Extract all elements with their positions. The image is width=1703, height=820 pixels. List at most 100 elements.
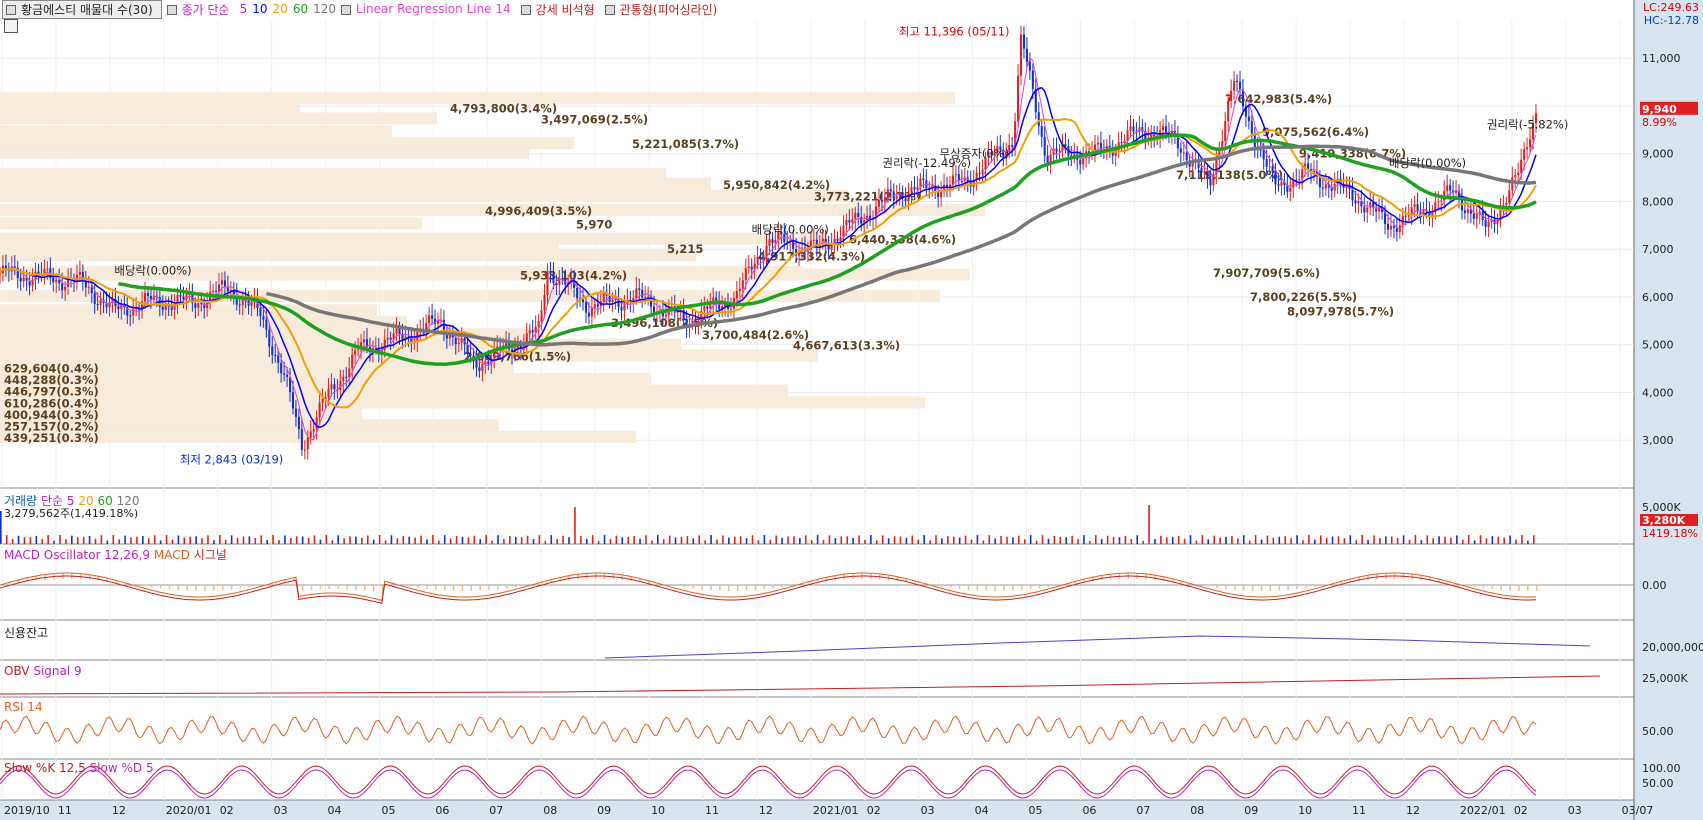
candle-body [1366, 207, 1369, 213]
candle-body [581, 299, 585, 303]
volume-bar [704, 540, 706, 544]
stock-chart[interactable]: 3,0004,0005,0006,0007,0008,0009,00010,00… [0, 0, 1703, 820]
candle-body [1011, 145, 1014, 147]
candle-body [448, 335, 451, 339]
legend-price[interactable]: 종가 단순 [166, 1, 235, 18]
macd-histogram [177, 585, 180, 591]
volume-bar [343, 538, 345, 544]
slow-legend: Slow %K 12,5 Slow %D 5 [4, 761, 154, 775]
macd-histogram [1260, 585, 1263, 591]
volume-bar [1325, 537, 1328, 544]
volume-bar [426, 539, 428, 544]
time-tick-label: 07 [489, 804, 503, 817]
volume-bar [35, 535, 38, 544]
macd-legend: MACD Oscillator 12,26,9 MACD 시그널 [4, 546, 227, 563]
volume-bar [550, 535, 553, 544]
macd-tick: 0.00 [1642, 579, 1667, 592]
volume-bar [295, 536, 298, 544]
candle-body [466, 344, 469, 354]
time-tick-label: 12 [1406, 804, 1420, 817]
candle-body [1164, 126, 1168, 133]
candle-body [744, 268, 747, 281]
macd-histogram [1047, 585, 1050, 588]
candle-body [271, 346, 274, 355]
candle-body [55, 279, 58, 283]
candle-body [117, 305, 120, 310]
macd-histogram [461, 585, 464, 591]
legend-lrl[interactable]: Linear Regression Line 14 [341, 2, 516, 16]
macd-histogram [142, 585, 144, 587]
candle-body [857, 212, 860, 217]
time-tick-label: 03/07 [1622, 804, 1654, 817]
candle-body [602, 293, 605, 302]
legend-strong[interactable]: 강세 비석형 [520, 1, 600, 18]
candle-body [860, 216, 863, 224]
candle-body [179, 294, 182, 297]
volume-bar [165, 535, 168, 544]
volume-bar [491, 540, 493, 544]
candle-body [1227, 101, 1230, 122]
macd-histogram [1242, 585, 1245, 591]
candle-body [1203, 171, 1206, 173]
macd-histogram [257, 585, 259, 587]
time-tick-label: 03 [1568, 804, 1582, 817]
volume-bar [372, 539, 375, 544]
candle-body [61, 283, 64, 291]
signal-line [0, 575, 1537, 605]
candle-body [771, 239, 774, 243]
candle-body [531, 330, 534, 333]
volume-bar [532, 539, 535, 544]
volume-bar [284, 535, 286, 544]
time-tick-label: 04 [328, 804, 342, 817]
volume-bar [1266, 535, 1269, 544]
volume-bar [130, 537, 132, 544]
candle-body [389, 337, 392, 340]
candle-body [226, 287, 229, 292]
legend-through[interactable]: 관통형(피어싱라인) [604, 1, 723, 18]
time-tick-label: 10 [1298, 804, 1312, 817]
candle-body [1259, 149, 1262, 151]
candle-body [1413, 204, 1416, 208]
candle-body [457, 342, 460, 345]
volume-bar [1237, 538, 1239, 544]
volume-bar [272, 535, 274, 544]
volume-bar [645, 535, 647, 544]
time-tick-label: 07 [1136, 804, 1150, 817]
volume-bar [568, 537, 570, 544]
macd-histogram [754, 585, 757, 591]
candle-body [1446, 185, 1449, 192]
candle-body [549, 271, 552, 274]
candle-body [960, 180, 963, 182]
candle-body [120, 305, 123, 310]
volume-bar [1331, 536, 1334, 544]
candle-body [220, 280, 223, 285]
candle-body [351, 354, 354, 369]
grid-icon[interactable] [4, 19, 18, 33]
volume-bar [816, 535, 819, 544]
candle-body [395, 328, 398, 334]
time-tick-label: 06 [435, 804, 449, 817]
candle-body [762, 258, 765, 260]
candle-body [241, 299, 244, 306]
volume-bar [183, 537, 186, 544]
volume-bar [201, 538, 203, 544]
volume-bar [597, 540, 600, 544]
volume-bar [952, 536, 955, 544]
volume-bar [923, 535, 925, 544]
macd-histogram [230, 585, 233, 590]
stock-title[interactable]: 황금에스티 매물대 수(30) [2, 0, 162, 19]
candle-body [330, 384, 333, 389]
candle-body [540, 310, 543, 322]
volume-bar [615, 535, 618, 544]
volume-bar [1284, 536, 1287, 544]
candle-body [1017, 75, 1020, 122]
volume-bar [378, 535, 381, 544]
volume-bar [230, 535, 233, 544]
volume-bar [1521, 535, 1523, 544]
volume-bar [1041, 535, 1044, 544]
candle-body [590, 307, 593, 317]
volume-bar [65, 539, 67, 544]
volume-bar [1095, 535, 1097, 544]
candle-body [1123, 140, 1126, 144]
volume-bar [1396, 537, 1399, 544]
